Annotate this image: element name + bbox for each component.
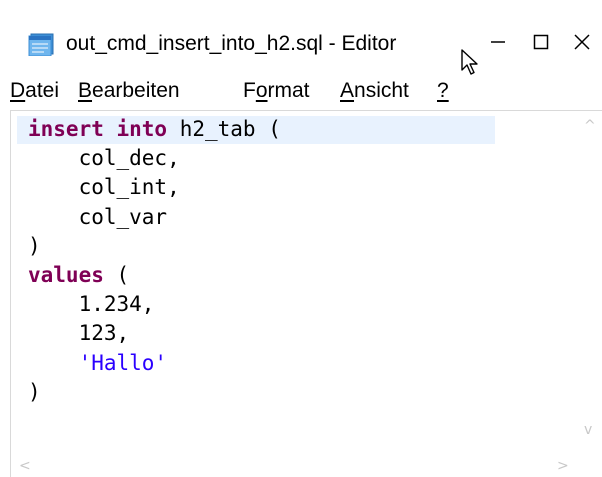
menu-label-rest: atei [25,79,60,102]
code-text: 1.234, [28,292,155,317]
notepad-icon [28,33,54,56]
code-line: values ( [28,261,129,290]
close-button[interactable] [560,22,602,62]
menu-ansicht[interactable]: Ansicht [340,76,409,106]
code-text: ) [28,379,41,404]
code-text: col_int, [28,175,180,200]
code-line: 'Hallo' [28,349,168,378]
menu-label-rest: earbeiten [92,79,180,102]
code-keyword: values [28,263,104,287]
menu-bearbeiten[interactable]: Bearbeiten [78,76,180,106]
code-line: ) [28,232,41,261]
code-line: col_dec, [28,144,180,173]
code-line: ) [28,378,41,407]
scroll-down-icon[interactable]: v [584,423,592,437]
code-line: insert into h2_tab ( [28,115,281,144]
menu-mnemonic: ? [437,79,449,102]
scroll-right-icon[interactable]: > [557,459,569,473]
menu-mnemonic: o [255,79,268,102]
menu-label-rest: nsicht [354,79,409,102]
code-text: ( [103,263,130,287]
editor-window: out_cmd_insert_into_h2.sql - Editor Date… [0,0,602,477]
menu-label-rest: rmat [267,79,310,102]
code-text: h2_tab ( [167,117,281,141]
code-line: col_int, [28,173,180,202]
minimize-icon [491,41,505,43]
code-string: 'Hallo' [78,350,168,375]
code-text: ) [28,233,41,258]
code-keyword: insert into [28,117,168,141]
vertical-scrollbar[interactable]: ^ v [576,111,602,456]
scroll-up-icon[interactable]: ^ [584,119,596,133]
minimize-button[interactable] [476,22,520,62]
scroll-left-icon[interactable]: < [19,459,31,473]
maximize-icon [533,34,549,50]
code-line: 1.234, [28,290,155,319]
menu-bar: Datei Bearbeiten Format Ansicht ? [0,76,602,106]
size-grip[interactable] [576,455,602,477]
menu-label-pre: F [243,79,256,102]
editor-area: insert into h2_tab ( col_dec, col_int, c… [10,110,602,477]
code-line: col_var [28,203,168,232]
horizontal-scrollbar[interactable]: < > [11,455,577,477]
code-text: col_dec, [28,146,180,171]
menu-mnemonic: B [78,79,93,102]
close-icon [574,34,590,50]
code-text: col_var [28,204,168,229]
window-title: out_cmd_insert_into_h2.sql - Editor [66,32,397,55]
title-bar[interactable]: out_cmd_insert_into_h2.sql - Editor [0,0,602,75]
code-line: 123, [28,319,130,348]
menu-format[interactable]: Format [243,76,310,106]
code-text: 123, [28,321,130,346]
menu-mnemonic: D [10,79,26,102]
text-area[interactable]: insert into h2_tab ( col_dec, col_int, c… [11,111,577,456]
maximize-button[interactable] [519,22,563,62]
menu-datei[interactable]: Datei [10,76,59,106]
menu-help[interactable]: ? [437,76,449,106]
menu-mnemonic: A [340,79,355,102]
